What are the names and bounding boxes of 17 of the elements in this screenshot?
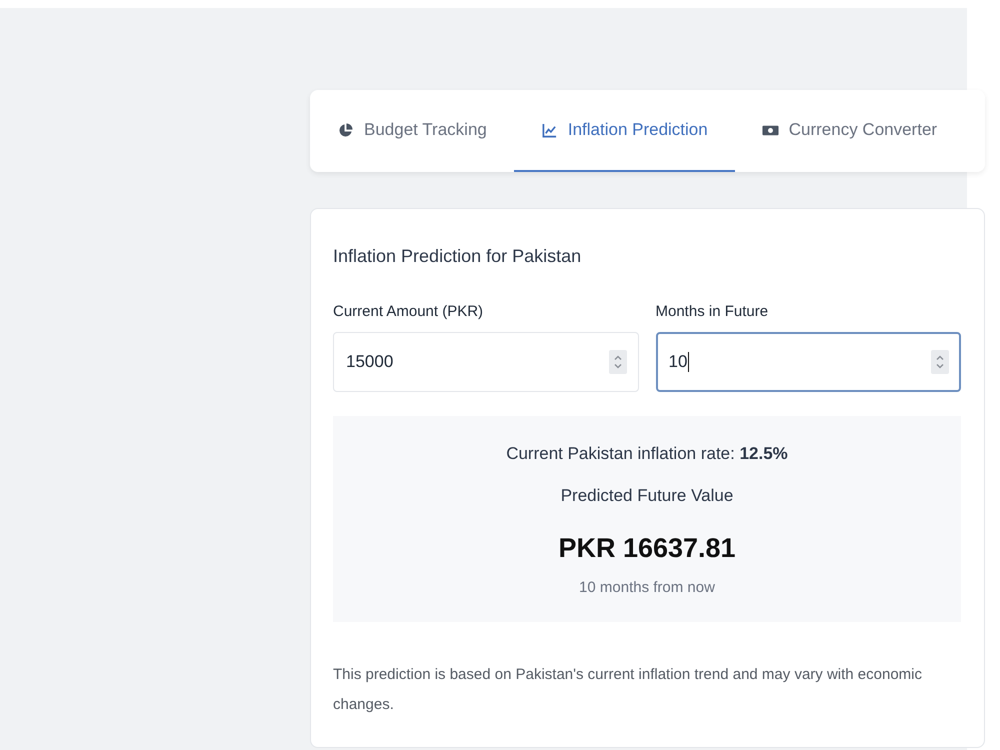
number-field[interactable]: 15000 bbox=[333, 332, 638, 392]
field-label: Months in Future bbox=[656, 302, 770, 322]
tab[interactable]: Budget Tracking bbox=[310, 90, 514, 172]
form-title: Inflation Prediction for Pakistan bbox=[333, 245, 582, 268]
tab[interactable]: Inflation Prediction bbox=[514, 90, 735, 172]
field-label: Current Amount (PKR) bbox=[333, 302, 484, 322]
stepper-icon[interactable] bbox=[608, 350, 626, 374]
period-text: 10 months from now bbox=[578, 578, 716, 598]
pie-chart-icon bbox=[337, 122, 354, 138]
result-heading: Predicted Future Value bbox=[560, 485, 734, 507]
disclaimer-text: This prediction is based on Pakistan's current inflation trend and may vary with economic changes. bbox=[333, 665, 923, 715]
predicted-amount: PKR 16637.81 bbox=[557, 532, 737, 565]
line-chart-icon bbox=[540, 122, 558, 138]
number-field[interactable]: 10 bbox=[656, 332, 961, 392]
inflation-rate-text: Current Pakistan inflation rate: 12.5% bbox=[505, 443, 789, 465]
tab[interactable]: Currency Converter bbox=[734, 90, 964, 172]
stepper-icon[interactable] bbox=[931, 350, 949, 374]
